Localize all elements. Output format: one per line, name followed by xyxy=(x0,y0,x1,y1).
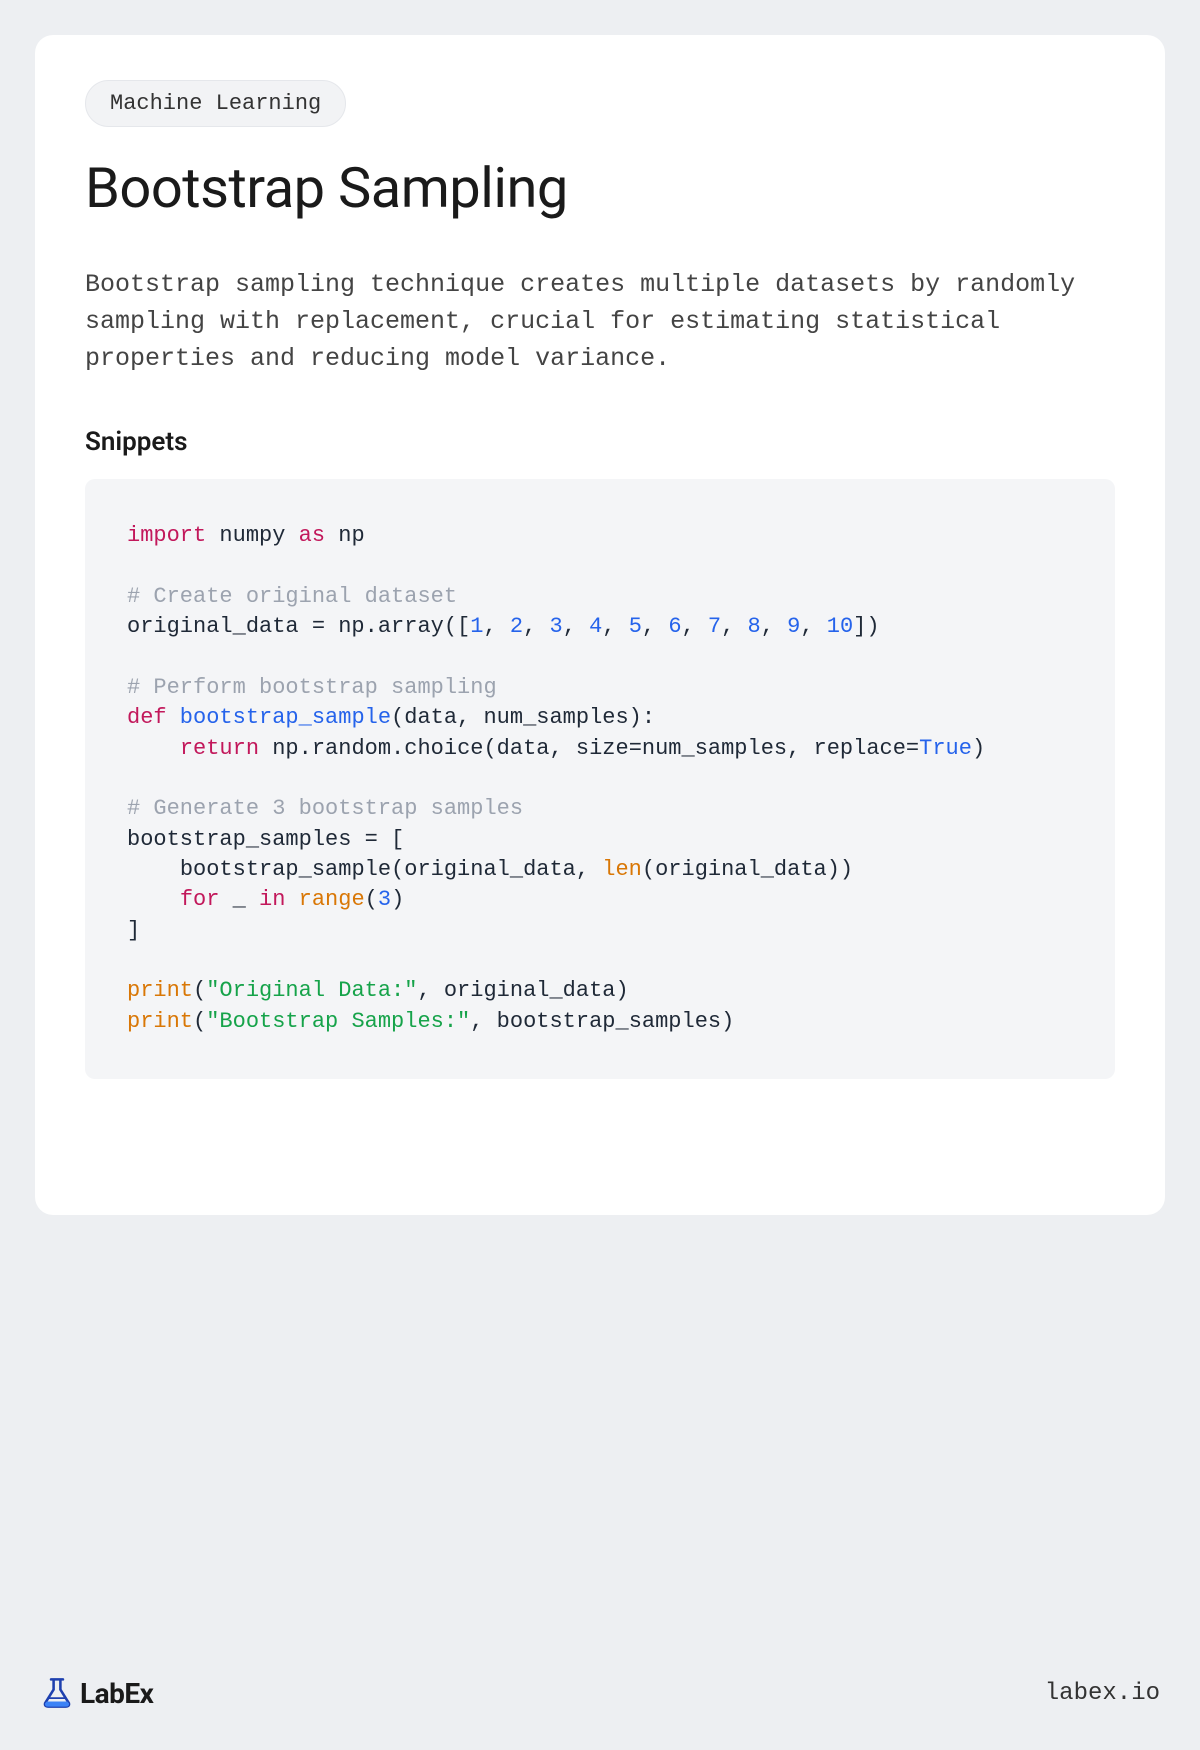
keyword-import: import xyxy=(127,523,206,548)
keyword-return: return xyxy=(180,736,259,761)
content-card: Machine Learning Bootstrap Sampling Boot… xyxy=(35,35,1165,1215)
snippets-heading: Snippets xyxy=(85,427,1115,457)
footer-url: labex.io xyxy=(1045,1680,1160,1707)
code-comment: # Perform bootstrap sampling xyxy=(127,675,497,700)
description-text: Bootstrap sampling technique creates mul… xyxy=(85,266,1115,377)
keyword-in: in xyxy=(259,887,285,912)
brand-logo: LabEx xyxy=(40,1676,153,1710)
keyword-as: as xyxy=(299,523,325,548)
code-snippet: import numpy as np # Create original dat… xyxy=(85,479,1115,1079)
code-comment: # Create original dataset xyxy=(127,584,457,609)
keyword-for: for xyxy=(180,887,220,912)
flask-icon xyxy=(40,1676,74,1710)
category-tag: Machine Learning xyxy=(85,80,346,127)
code-comment: # Generate 3 bootstrap samples xyxy=(127,796,523,821)
footer: LabEx labex.io xyxy=(40,1676,1160,1710)
page-title: Bootstrap Sampling xyxy=(85,155,1115,221)
keyword-def: def xyxy=(127,705,167,730)
brand-name: LabEx xyxy=(80,1677,153,1710)
